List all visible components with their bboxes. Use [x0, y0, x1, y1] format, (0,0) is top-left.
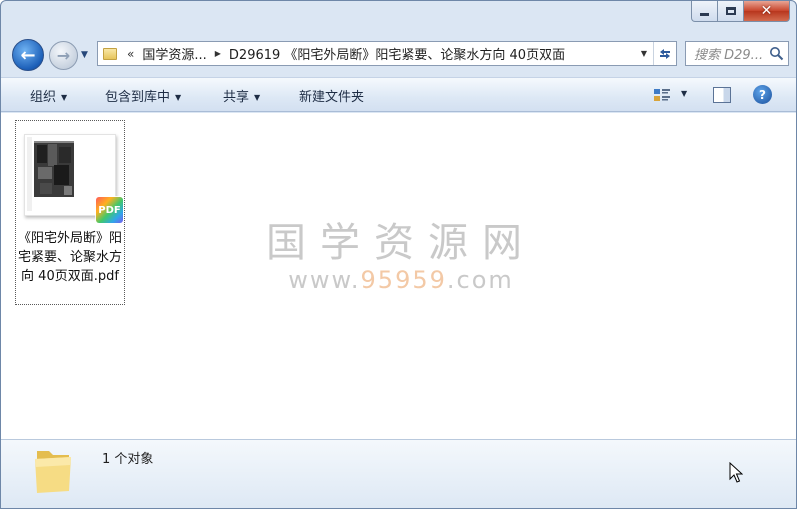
search-box[interactable]: 搜索 D29...: [685, 41, 789, 66]
back-arrow-icon: ←: [20, 44, 36, 66]
mouse-cursor-icon: [729, 462, 743, 483]
chevron-down-icon: ▼: [81, 50, 88, 60]
breadcrumb-overflow[interactable]: «: [127, 47, 134, 61]
forward-arrow-icon: →: [56, 46, 71, 65]
chevron-down-icon: ▼: [254, 93, 261, 102]
new-folder-label: 新建文件夹: [299, 90, 365, 105]
address-dropdown-button[interactable]: ▼: [636, 42, 652, 65]
view-options-icon[interactable]: [653, 87, 671, 103]
forward-button[interactable]: →: [49, 41, 78, 70]
chevron-down-icon: ▼: [61, 93, 68, 102]
organize-menu-button[interactable]: 组织 ▼: [30, 86, 67, 105]
file-item[interactable]: PDF 《阳宅外局断》阳宅紧要、论聚水方向 40页双面.pdf: [15, 120, 125, 305]
minimize-button[interactable]: [691, 1, 718, 22]
folder-icon: [103, 47, 117, 60]
search-icon[interactable]: [769, 46, 784, 61]
include-in-library-label: 包含到库中: [105, 90, 171, 105]
details-pane: 1 个对象: [1, 439, 796, 508]
minimize-icon: [700, 12, 709, 16]
watermark-title: 国学资源网: [266, 220, 536, 266]
breadcrumb-separator-icon[interactable]: ▶: [215, 49, 221, 58]
share-menu-button[interactable]: 共享 ▼: [223, 86, 260, 105]
breadcrumb-item-root[interactable]: 国学资源...: [142, 44, 206, 63]
command-bar: 组织 ▼ 包含到库中 ▼ 共享 ▼ 新建文件夹 ▼ ?: [1, 77, 796, 112]
file-name-label[interactable]: 《阳宅外局断》阳宅紧要、论聚水方向 40页双面.pdf: [16, 229, 124, 286]
back-button[interactable]: ←: [12, 39, 44, 71]
maximize-button[interactable]: [718, 1, 744, 22]
include-in-library-button[interactable]: 包含到库中 ▼: [105, 86, 181, 105]
address-bar[interactable]: « 国学资源... ▶ D29619 《阳宅外局断》阳宅紧要、论聚水方向 40页…: [97, 41, 677, 66]
close-icon: ✕: [760, 3, 773, 19]
close-button[interactable]: ✕: [744, 1, 790, 22]
file-list-area[interactable]: PDF 《阳宅外局断》阳宅紧要、论聚水方向 40页双面.pdf 国学资源网 ww…: [1, 113, 796, 439]
explorer-window: ✕ ← → ▼ « 国学资源... ▶ D29619 《阳宅外局断》阳宅紧要、论…: [0, 0, 797, 509]
navigation-row: ← → ▼ « 国学资源... ▶ D29619 《阳宅外局断》阳宅紧要、论聚水…: [1, 34, 796, 74]
refresh-button[interactable]: [653, 42, 676, 65]
recent-pages-button[interactable]: ▼: [81, 50, 93, 60]
caption-buttons: ✕: [691, 1, 790, 23]
view-dropdown-icon[interactable]: ▼: [681, 89, 687, 98]
watermark-url-highlight: 95959: [360, 266, 447, 294]
share-label: 共享: [223, 90, 250, 105]
watermark-url-prefix: www.: [288, 266, 361, 294]
preview-pane-icon[interactable]: [713, 87, 731, 103]
scanned-page-image: [34, 141, 74, 197]
watermark: 国学资源网 www.95959.com: [266, 220, 536, 294]
status-item-count: 1 个对象: [102, 452, 154, 467]
new-folder-button[interactable]: 新建文件夹: [299, 86, 364, 105]
chevron-down-icon: ▼: [175, 93, 182, 102]
watermark-url-suffix: .com: [446, 266, 514, 294]
organize-label: 组织: [30, 90, 57, 105]
folder-icon: [35, 451, 71, 493]
thumbnail-edge: [27, 137, 32, 211]
help-icon[interactable]: ?: [753, 85, 772, 104]
refresh-icon: [660, 48, 670, 59]
breadcrumb-item-current[interactable]: D29619 《阳宅外局断》阳宅紧要、论聚水方向 40页双面: [229, 44, 565, 63]
maximize-icon: [725, 7, 736, 15]
pdf-file-type-icon: PDF: [96, 197, 123, 223]
chevron-down-icon: ▼: [640, 49, 648, 58]
search-placeholder[interactable]: 搜索 D29...: [694, 44, 766, 63]
watermark-url: www.95959.com: [266, 266, 536, 294]
